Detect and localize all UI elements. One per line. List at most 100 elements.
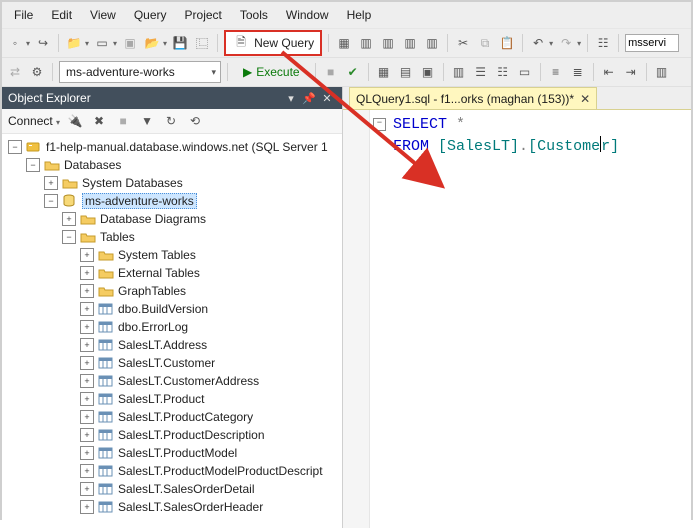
new-project-icon[interactable]: 📁: [65, 34, 83, 52]
expand-collapse-icon[interactable]: +: [80, 392, 94, 406]
results-file-icon[interactable]: ▭: [516, 63, 534, 81]
activity-icon[interactable]: ⟲: [186, 112, 204, 130]
redo-icon[interactable]: ↷: [557, 34, 575, 52]
expand-collapse-icon[interactable]: +: [80, 338, 94, 352]
panel-close-icon[interactable]: ✕: [318, 92, 336, 105]
expand-collapse-icon[interactable]: +: [80, 356, 94, 370]
tree-table[interactable]: +SalesLT.Address: [2, 336, 342, 354]
save-icon[interactable]: 💾: [171, 34, 189, 52]
expand-collapse-icon[interactable]: +: [80, 320, 94, 334]
nav-back-icon[interactable]: ◦: [6, 34, 24, 52]
tree-system-tables[interactable]: + System Tables: [2, 246, 342, 264]
properties-icon[interactable]: ☷: [594, 34, 612, 52]
include-plan-icon[interactable]: ▤: [397, 63, 415, 81]
save-all-icon[interactable]: ⿺: [193, 34, 211, 52]
open-file-icon[interactable]: ▣: [121, 34, 139, 52]
close-icon[interactable]: ✕: [580, 92, 590, 106]
menu-file[interactable]: File: [6, 6, 41, 24]
xmla-icon[interactable]: ▥: [401, 34, 419, 52]
new-query-button[interactable]: 🗎 New Query: [224, 30, 322, 56]
undo-icon[interactable]: ↶: [529, 34, 547, 52]
paste-icon[interactable]: 📋: [498, 34, 516, 52]
database-combo[interactable]: ms-adventure-works ▾: [59, 61, 221, 83]
xevent-icon[interactable]: ▦: [335, 34, 353, 52]
expand-collapse-icon[interactable]: +: [80, 248, 94, 262]
new-item-icon[interactable]: ▭: [93, 34, 111, 52]
menu-tools[interactable]: Tools: [232, 6, 276, 24]
copy-icon[interactable]: ⧉: [476, 34, 494, 52]
menu-project[interactable]: Project: [177, 6, 230, 24]
menu-window[interactable]: Window: [278, 6, 337, 24]
expand-collapse-icon[interactable]: +: [80, 464, 94, 478]
tree-database-diagrams[interactable]: + Database Diagrams: [2, 210, 342, 228]
nav-fwd-icon[interactable]: ↪: [34, 34, 52, 52]
tree-table[interactable]: +SalesLT.Product: [2, 390, 342, 408]
refresh-icon[interactable]: ↻: [162, 112, 180, 130]
specify-values-icon[interactable]: ▥: [653, 63, 671, 81]
mdx-icon[interactable]: ▥: [357, 34, 375, 52]
display-plan-icon[interactable]: ▦: [375, 63, 393, 81]
results-grid-icon[interactable]: ☰: [472, 63, 490, 81]
expand-collapse-icon[interactable]: −: [44, 194, 58, 208]
expand-collapse-icon[interactable]: −: [8, 140, 22, 154]
panel-dropdown-icon[interactable]: ▾: [282, 92, 300, 105]
menu-help[interactable]: Help: [339, 6, 380, 24]
connect-icon[interactable]: ⇄: [6, 63, 24, 81]
tree-db-adventure-works[interactable]: − ms-adventure-works: [2, 192, 342, 210]
menu-query[interactable]: Query: [126, 6, 175, 24]
live-stats-icon[interactable]: ▣: [419, 63, 437, 81]
expand-collapse-icon[interactable]: +: [62, 212, 76, 226]
change-connection-icon[interactable]: ⚙: [28, 63, 46, 81]
editor-tab[interactable]: QLQuery1.sql - f1...orks (maghan (153))*…: [349, 87, 597, 109]
expand-collapse-icon[interactable]: −: [62, 230, 76, 244]
expand-collapse-icon[interactable]: +: [80, 500, 94, 514]
expand-collapse-icon[interactable]: +: [80, 410, 94, 424]
tree-server[interactable]: − f1-help-manual.database.windows.net (S…: [2, 138, 342, 156]
tree-external-tables[interactable]: + External Tables: [2, 264, 342, 282]
expand-collapse-icon[interactable]: +: [80, 284, 94, 298]
tree-table[interactable]: +SalesLT.Customer: [2, 354, 342, 372]
sql-editor[interactable]: − SELECT * FROM [SalesLT].[Customer]: [343, 109, 691, 528]
tree-tables-folder[interactable]: − Tables: [2, 228, 342, 246]
expand-collapse-icon[interactable]: +: [80, 374, 94, 388]
open-icon[interactable]: 📂: [143, 34, 161, 52]
host-input[interactable]: [625, 34, 679, 52]
execute-button[interactable]: ▶ Execute: [234, 62, 309, 82]
tree-table[interactable]: +SalesLT.CustomerAddress: [2, 372, 342, 390]
editor-code[interactable]: SELECT * FROM [SalesLT].[Customer]: [393, 116, 691, 156]
expand-collapse-icon[interactable]: +: [80, 266, 94, 280]
cut-icon[interactable]: ✂: [454, 34, 472, 52]
menu-edit[interactable]: Edit: [43, 6, 80, 24]
expand-collapse-icon[interactable]: +: [80, 446, 94, 460]
parse-icon[interactable]: ✔: [344, 63, 362, 81]
tree-table[interactable]: +SalesLT.ProductModelProductDescript: [2, 462, 342, 480]
expand-collapse-icon[interactable]: +: [80, 302, 94, 316]
stop-icon[interactable]: ■: [322, 63, 340, 81]
tree-table[interactable]: +SalesLT.SalesOrderHeader: [2, 498, 342, 516]
expand-collapse-icon[interactable]: −: [26, 158, 40, 172]
tree-system-databases[interactable]: + System Databases: [2, 174, 342, 192]
tree-graph-tables[interactable]: + GraphTables: [2, 282, 342, 300]
expand-collapse-icon[interactable]: +: [80, 428, 94, 442]
stop-connect-icon[interactable]: ■: [114, 112, 132, 130]
tree-databases[interactable]: − Databases: [2, 156, 342, 174]
expand-collapse-icon[interactable]: +: [80, 482, 94, 496]
outdent-icon[interactable]: ⇥: [622, 63, 640, 81]
tree-table[interactable]: +SalesLT.ProductDescription: [2, 426, 342, 444]
expand-collapse-icon[interactable]: +: [44, 176, 58, 190]
connect-server-icon[interactable]: 🔌: [66, 112, 84, 130]
object-explorer-tree[interactable]: − f1-help-manual.database.windows.net (S…: [2, 134, 342, 528]
tree-table[interactable]: +SalesLT.ProductModel: [2, 444, 342, 462]
outline-collapse-icon[interactable]: −: [373, 118, 386, 131]
tree-table[interactable]: +SalesLT.SalesOrderDetail: [2, 480, 342, 498]
dax-icon[interactable]: ▥: [423, 34, 441, 52]
tree-table[interactable]: +dbo.BuildVersion: [2, 300, 342, 318]
dmx-icon[interactable]: ▥: [379, 34, 397, 52]
panel-pin-icon[interactable]: 📌: [300, 92, 318, 105]
filter-icon[interactable]: ▼: [138, 112, 156, 130]
tree-table[interactable]: +dbo.ErrorLog: [2, 318, 342, 336]
indent-icon[interactable]: ⇤: [600, 63, 618, 81]
tree-table[interactable]: +SalesLT.ProductCategory: [2, 408, 342, 426]
client-stats-icon[interactable]: ▥: [450, 63, 468, 81]
results-text-icon[interactable]: ☷: [494, 63, 512, 81]
